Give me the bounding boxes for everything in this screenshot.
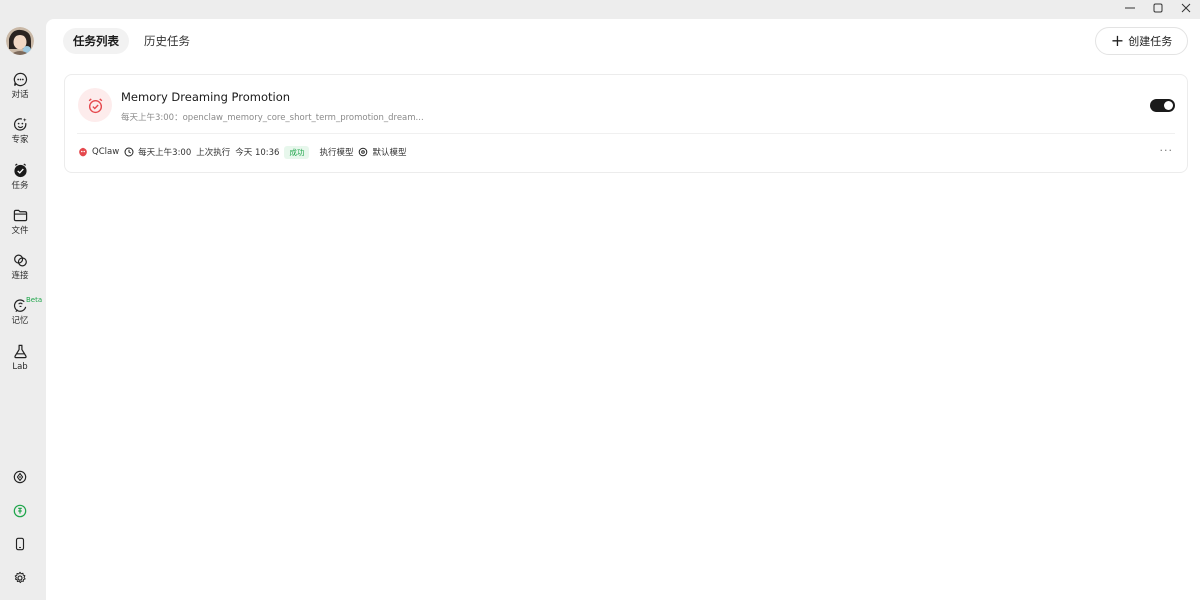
task-schedule: 每天上午3:00 <box>138 148 192 158</box>
qclaw-logo-icon <box>78 147 88 157</box>
sidebar-item-files[interactable]: 文件 <box>0 207 40 236</box>
model-icon <box>358 147 368 157</box>
model-label: 执行模型 <box>319 148 354 158</box>
chat-icon <box>12 71 28 87</box>
task-icon <box>12 162 28 178</box>
phone-icon[interactable] <box>12 536 28 552</box>
status-badge: 成功 <box>284 145 310 159</box>
settings-icon[interactable] <box>12 570 28 586</box>
clock-icon <box>124 147 134 157</box>
minimize-icon[interactable] <box>1116 0 1144 16</box>
sidebar-item-task[interactable]: 任务 <box>0 162 40 191</box>
tab-task-history[interactable]: 历史任务 <box>134 28 200 54</box>
sidebar: 对话 专家 任务 文件 连接 记忆 Beta Lab <box>0 0 45 600</box>
avatar[interactable] <box>6 27 34 55</box>
sidebar-item-expert[interactable]: 专家 <box>0 116 40 145</box>
alarm-clock-icon <box>78 88 112 122</box>
task-enabled-toggle[interactable] <box>1150 99 1175 112</box>
sidebar-item-lab[interactable]: Lab <box>0 343 40 372</box>
expert-icon <box>12 116 28 132</box>
task-description: 每天上午3:00：openclaw_memory_core_short_term… <box>121 111 424 123</box>
close-icon[interactable] <box>1172 0 1200 16</box>
task-command: openclaw_memory_core_short_term_promotio… <box>182 113 424 123</box>
flask-icon <box>12 343 28 359</box>
sidebar-item-label: 对话 <box>11 90 29 100</box>
maximize-icon[interactable] <box>1144 0 1172 16</box>
sidebar-item-label: 专家 <box>11 135 29 145</box>
sidebar-item-label: 记忆 <box>11 316 29 326</box>
credits-icon[interactable] <box>12 503 28 519</box>
task-title: Memory Dreaming Promotion <box>121 90 291 104</box>
sidebar-item-label: 任务 <box>11 181 29 191</box>
sidebar-item-label: Lab <box>12 362 28 372</box>
sidebar-item-connect[interactable]: 连接 <box>0 252 40 281</box>
sidebar-item-label: 文件 <box>11 226 29 236</box>
create-task-button[interactable]: + 创建任务 <box>1095 27 1188 55</box>
sidebar-item-chat[interactable]: 对话 <box>0 71 40 100</box>
card-divider <box>77 133 1175 134</box>
sidebar-item-label: 连接 <box>11 271 29 281</box>
task-schedule-prefix: 每天上午3:00： <box>121 113 183 123</box>
last-run-label: 上次执行 <box>196 148 231 158</box>
link-icon <box>12 252 28 268</box>
compass-icon[interactable] <box>12 469 28 485</box>
create-task-label: 创建任务 <box>1128 35 1173 48</box>
task-agent: QClaw <box>92 147 120 157</box>
last-run-time: 今天 10:36 <box>235 148 280 158</box>
tab-task-list[interactable]: 任务列表 <box>63 28 129 54</box>
model-name: 默认模型 <box>372 148 407 158</box>
main-panel: 任务列表 历史任务 + 创建任务 Memory Dreaming Promoti… <box>46 19 1200 600</box>
beta-badge: Beta <box>26 296 43 304</box>
plus-icon: + <box>1110 31 1125 50</box>
window-controls <box>1116 0 1200 18</box>
task-meta: QClaw 每天上午3:00 上次执行 今天 10:36 成功 执行模型 默认模… <box>78 145 412 159</box>
folder-icon <box>12 207 28 223</box>
more-options-icon[interactable]: ··· <box>1160 145 1174 157</box>
task-card[interactable]: Memory Dreaming Promotion 每天上午3:00：openc… <box>64 74 1188 173</box>
